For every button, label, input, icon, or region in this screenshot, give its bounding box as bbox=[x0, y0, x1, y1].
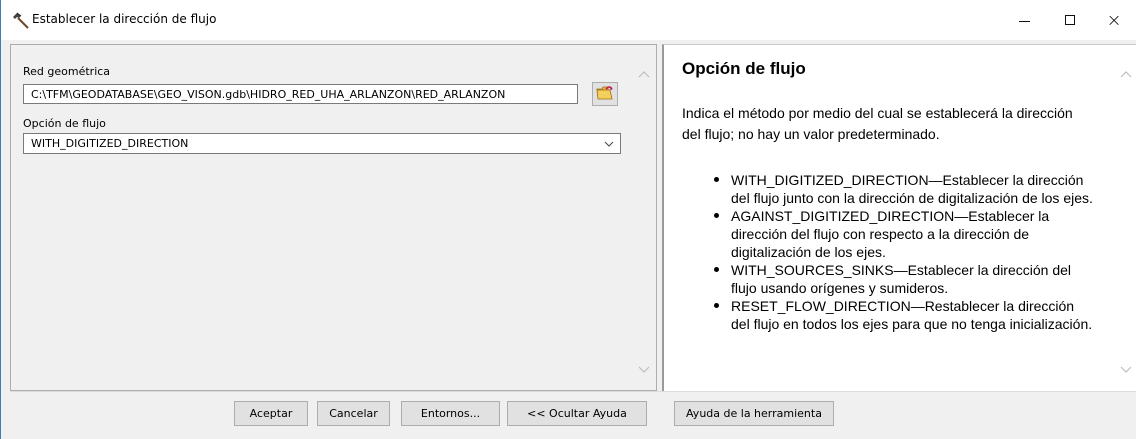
list-item: WITH_DIGITIZED_DIRECTION—Establecer la d… bbox=[714, 171, 1094, 207]
bullet-icon bbox=[714, 267, 719, 272]
tool-help-button[interactable]: Ayuda de la herramienta bbox=[674, 401, 834, 426]
close-icon: × bbox=[1106, 9, 1122, 31]
ok-button[interactable]: Aceptar bbox=[234, 401, 308, 426]
close-button[interactable]: × bbox=[1091, 0, 1136, 40]
scroll-down-icon[interactable] bbox=[1119, 364, 1133, 374]
bullet-icon bbox=[714, 177, 719, 182]
flow-option-value: WITH_DIGITIZED_DIRECTION bbox=[31, 137, 189, 150]
minimize-button[interactable] bbox=[1001, 0, 1047, 40]
help-title: Opción de flujo bbox=[682, 59, 806, 78]
bullet-icon bbox=[714, 303, 719, 308]
network-input[interactable]: C:\TFM\GEODATABASE\GEO_VISON.gdb\HIDRO_R… bbox=[23, 84, 578, 104]
list-item: AGAINST_DIGITIZED_DIRECTION—Establecer l… bbox=[714, 207, 1094, 261]
maximize-button[interactable] bbox=[1047, 0, 1093, 40]
bullet-icon bbox=[714, 213, 719, 218]
minimize-icon bbox=[1018, 20, 1030, 22]
tool-dialog: Establecer la dirección de flujo × Red g… bbox=[0, 0, 1136, 439]
hammer-icon bbox=[12, 12, 30, 30]
environments-button[interactable]: Entornos... bbox=[401, 401, 500, 426]
hide-help-button[interactable]: << Ocultar Ayuda bbox=[507, 401, 647, 426]
scroll-up-icon[interactable] bbox=[1119, 68, 1133, 78]
help-description: Indica el método por medio del cual se e… bbox=[682, 105, 1073, 142]
list-item: RESET_FLOW_DIRECTION—Restablecer la dire… bbox=[714, 297, 1094, 333]
scroll-down-icon[interactable] bbox=[637, 364, 651, 374]
help-options-list: WITH_DIGITIZED_DIRECTION—Establecer la d… bbox=[714, 171, 1094, 333]
button-bar-divider bbox=[10, 391, 1136, 392]
scroll-up-icon[interactable] bbox=[637, 68, 651, 78]
title-bar[interactable]: Establecer la dirección de flujo × bbox=[1, 0, 1136, 40]
chevron-down-icon bbox=[604, 139, 614, 149]
window-title: Establecer la dirección de flujo bbox=[32, 12, 217, 26]
network-label: Red geométrica bbox=[23, 65, 111, 78]
maximize-icon bbox=[1065, 15, 1075, 25]
flow-option-select[interactable]: WITH_DIGITIZED_DIRECTION bbox=[23, 133, 621, 154]
browse-button[interactable] bbox=[592, 82, 618, 106]
folder-open-icon bbox=[596, 85, 614, 104]
list-item: WITH_SOURCES_SINKS—Establecer la direcci… bbox=[714, 261, 1094, 297]
cancel-button[interactable]: Cancelar bbox=[317, 401, 390, 426]
flow-option-label: Opción de flujo bbox=[23, 117, 106, 130]
